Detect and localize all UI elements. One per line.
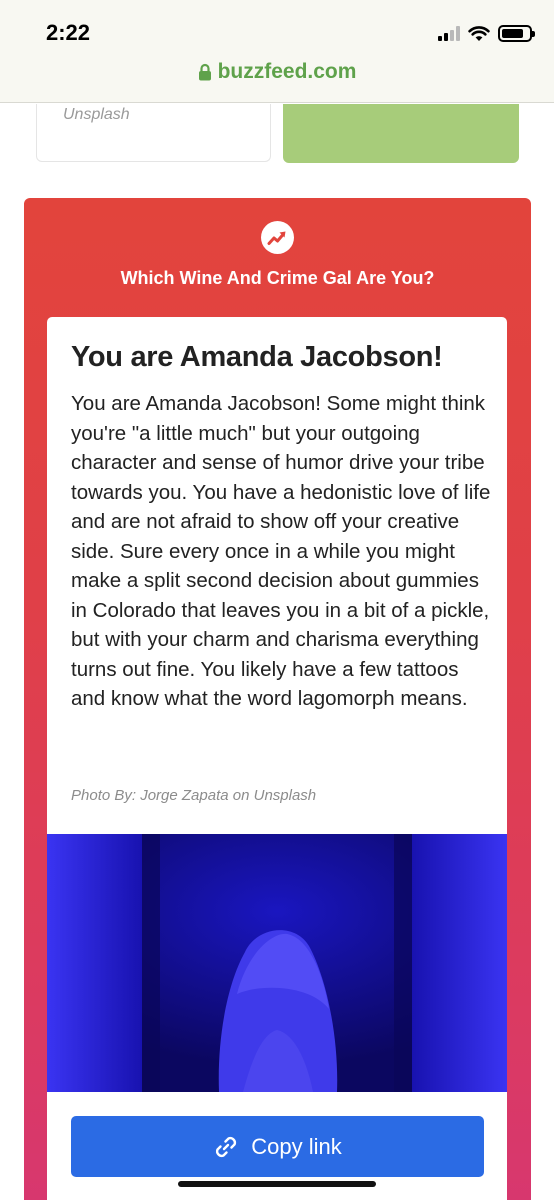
previous-answer-card[interactable]: Unsplash — [36, 104, 271, 162]
status-time: 2:22 — [46, 20, 91, 45]
quiz-result-panel: Which Wine And Crime Gal Are You? You ar… — [24, 198, 531, 1200]
url-text: buzzfeed.com — [217, 60, 357, 83]
result-heading: You are Amanda Jacobson! — [71, 341, 443, 373]
link-icon — [216, 1136, 237, 1157]
cellular-signal-icon — [438, 25, 460, 41]
trending-arrow-icon — [261, 221, 294, 254]
previous-answer-row: Unsplash — [0, 104, 554, 164]
lock-icon — [198, 63, 211, 81]
previous-photo-credit: Unsplash — [63, 106, 130, 123]
browser-top-bar: 2:22 buzzfeed.com — [0, 0, 554, 103]
url-bar[interactable]: buzzfeed.com — [0, 58, 554, 86]
result-description: You are Amanda Jacobson! Some might thin… — [71, 392, 491, 710]
result-photo-illustration — [47, 834, 507, 1092]
quiz-title: Which Wine And Crime Gal Are You? — [120, 268, 435, 288]
home-indicator[interactable] — [178, 1181, 376, 1187]
copy-link-label: Copy link — [251, 1133, 342, 1159]
wifi-icon — [468, 25, 490, 41]
battery-icon — [498, 24, 535, 42]
result-card: You are Amanda Jacobson! You are Amanda … — [47, 317, 507, 1200]
status-icons — [438, 22, 535, 44]
copy-link-button[interactable]: Copy link — [71, 1116, 484, 1177]
result-photo — [47, 834, 507, 1092]
previous-answer-selected-tile[interactable] — [283, 104, 519, 163]
photo-credit: Photo By: Jorge Zapata on Unsplash — [71, 787, 317, 804]
